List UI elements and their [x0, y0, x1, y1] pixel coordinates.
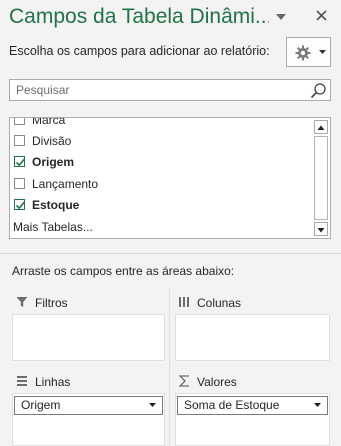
more-tables-link[interactable]: Mais Tabelas...	[13, 220, 93, 234]
scroll-thumb[interactable]	[314, 136, 328, 220]
chevron-down-icon	[319, 50, 326, 54]
field-item-origem[interactable]: Origem	[10, 152, 310, 173]
field-label: Divisão	[32, 134, 72, 148]
chevron-down-icon[interactable]	[149, 403, 156, 408]
rows-icon	[17, 376, 27, 386]
scroll-up-button[interactable]	[314, 120, 328, 134]
field-checkbox[interactable]	[14, 178, 25, 189]
checkmark-icon	[15, 158, 26, 167]
rows-area-label: Linhas	[35, 375, 71, 389]
close-button[interactable]	[311, 6, 331, 26]
checkmark-icon	[15, 201, 26, 210]
close-icon	[315, 10, 327, 21]
settings-button[interactable]	[286, 37, 331, 67]
field-label: Estoque	[32, 198, 80, 212]
panel-header: Campos da Tabela Dinâmi...	[0, 0, 341, 40]
filters-drop-area[interactable]	[12, 314, 165, 361]
field-checkbox-checked[interactable]	[14, 199, 26, 210]
arrow-down-icon	[317, 228, 325, 233]
columns-icon	[179, 297, 189, 307]
field-item-divisao[interactable]: Divisão	[10, 131, 310, 152]
sigma-icon	[179, 375, 189, 387]
rows-drop-area[interactable]: Origem	[12, 393, 165, 446]
areas-separator	[169, 288, 170, 446]
arrow-up-icon	[317, 125, 325, 130]
field-item-lancamento[interactable]: Lançamento	[10, 174, 310, 195]
rows-field-label: Origem	[21, 398, 61, 412]
field-item-marca[interactable]: Marca	[10, 117, 310, 131]
field-label: Lançamento	[32, 177, 99, 191]
search-box[interactable]	[9, 79, 331, 101]
search-input[interactable]	[10, 80, 304, 100]
panel-subtitle: Escolha os campos para adicionar ao rela…	[9, 44, 270, 58]
scroll-down-button[interactable]	[314, 222, 328, 236]
filters-area-label: Filtros	[35, 296, 68, 310]
panel-title: Campos da Tabela Dinâmi...	[9, 5, 269, 28]
field-item-estoque[interactable]: Estoque	[10, 195, 310, 216]
field-label: Marca	[32, 117, 66, 127]
vertical-scrollbar[interactable]	[313, 118, 330, 238]
columns-area-label: Colunas	[197, 296, 242, 310]
chevron-down-icon	[276, 14, 286, 20]
rows-field-pill[interactable]: Origem	[14, 396, 163, 415]
values-field-label: Soma de Estoque	[184, 398, 280, 412]
field-checkbox[interactable]	[14, 118, 25, 125]
field-checkbox[interactable]	[14, 135, 25, 146]
areas-instruction: Arraste os campos entre as áreas abaixo:	[12, 264, 235, 278]
filter-icon	[16, 297, 28, 307]
values-area-label: Valores	[197, 375, 237, 389]
values-drop-area[interactable]: Soma de Estoque	[175, 393, 330, 446]
panel-options-button[interactable]	[271, 6, 291, 26]
field-checkbox-checked[interactable]	[14, 156, 26, 167]
columns-drop-area[interactable]	[175, 314, 330, 361]
gear-icon	[295, 45, 311, 61]
field-label: Origem	[32, 155, 75, 169]
search-icon[interactable]	[310, 82, 327, 99]
values-field-pill[interactable]: Soma de Estoque	[177, 396, 328, 415]
chevron-down-icon[interactable]	[314, 403, 321, 408]
section-divider	[0, 253, 341, 254]
field-list[interactable]: Marca Divisão Origem Lançamento Estoque …	[9, 117, 331, 239]
